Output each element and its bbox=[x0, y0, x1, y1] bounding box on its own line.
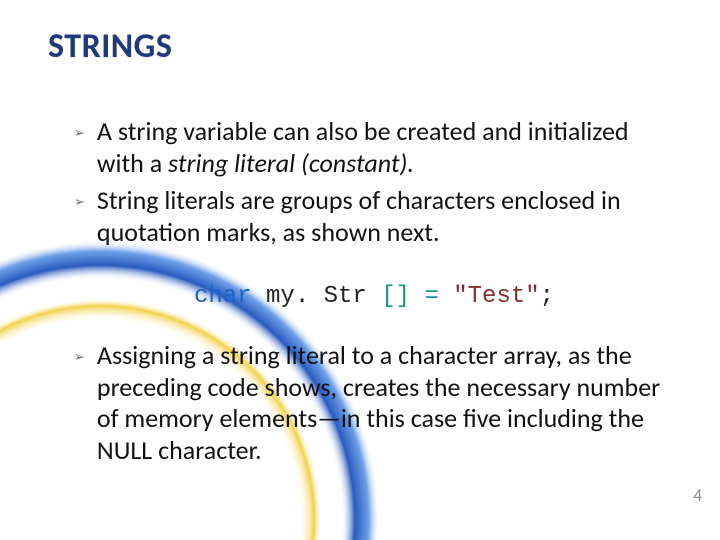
code-snippet: char my. Str [] = "Test"; bbox=[74, 283, 670, 310]
slide-title: STRINGS bbox=[48, 26, 172, 67]
bullet-text: A string variable can also be created an… bbox=[97, 116, 670, 179]
slide-body: ➢ A string variable can also be created … bbox=[74, 116, 670, 473]
chevron-right-icon: ➢ bbox=[74, 350, 85, 365]
page-number: 4 bbox=[693, 485, 702, 506]
bullet-item: ➢ A string variable can also be created … bbox=[74, 116, 670, 179]
code-string: "Test" bbox=[453, 283, 539, 310]
bullet-item: ➢ Assigning a string literal to a charac… bbox=[74, 340, 670, 467]
bullet-item: ➢ String literals are groups of characte… bbox=[74, 185, 670, 248]
slide-header: STRINGS bbox=[48, 26, 172, 67]
chevron-right-icon: ➢ bbox=[74, 195, 85, 210]
code-brackets: [] = bbox=[381, 283, 453, 310]
bullet-text: String literals are groups of characters… bbox=[97, 185, 670, 248]
bullet-text-italic: string literal (constant). bbox=[168, 147, 414, 179]
code-semicolon: ; bbox=[540, 283, 554, 310]
chevron-right-icon: ➢ bbox=[74, 126, 85, 141]
bullet-text: Assigning a string literal to a characte… bbox=[97, 340, 670, 467]
slide: STRINGS ➢ A string variable can also be … bbox=[0, 0, 720, 540]
code-keyword: char bbox=[194, 283, 252, 310]
code-identifier: my. Str bbox=[252, 283, 382, 310]
